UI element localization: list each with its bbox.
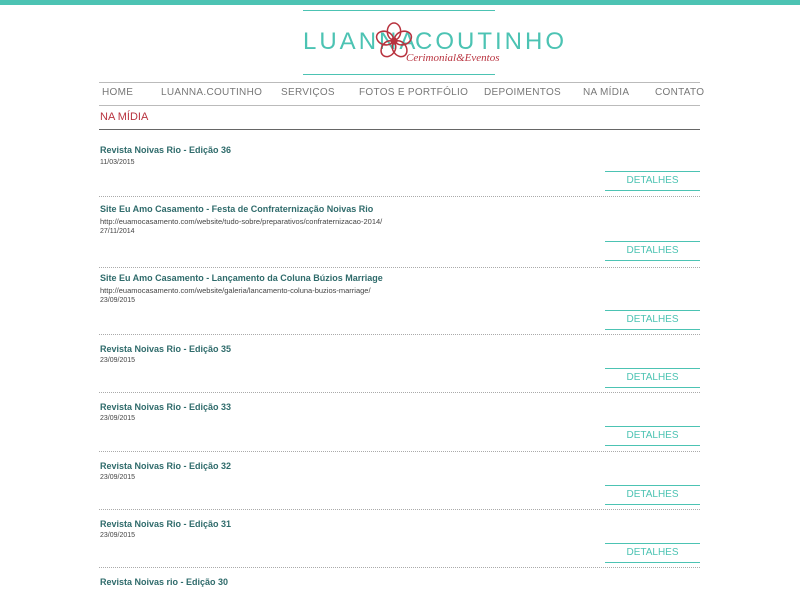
item-date: 11/03/2015 — [100, 159, 135, 166]
item-title[interactable]: Site Eu Amo Casamento - Lançamento da Co… — [100, 273, 383, 283]
nav-servicos[interactable]: SERVIÇOS — [281, 87, 335, 98]
nav-contato[interactable]: CONTATO — [655, 87, 704, 98]
nav-home[interactable]: HOME — [102, 87, 133, 98]
logo-tagline: Cerimonial&Eventos — [406, 52, 500, 64]
page-title: NA MÍDIA — [100, 111, 149, 123]
list-item: Revista Noivas Rio - Edição 36 11/03/201… — [99, 130, 700, 197]
nav-na-midia[interactable]: NA MÍDIA — [583, 87, 629, 98]
list-item: Revista Noivas Rio - Edição 33 23/09/201… — [99, 393, 700, 452]
details-button[interactable]: DETALHES — [605, 485, 700, 505]
item-date: 23/09/2015 — [100, 474, 136, 481]
item-title[interactable]: Site Eu Amo Casamento - Festa de Confrat… — [100, 204, 373, 214]
item-url[interactable]: http://euamocasamento.com/website/tudo-s… — [100, 217, 382, 226]
item-title[interactable]: Revista Noivas Rio - Edição 31 — [100, 519, 231, 529]
item-date: 27/11/2014 — [100, 228, 135, 235]
list-item: Revista Noivas Rio - Edição 35 23/09/201… — [99, 335, 700, 393]
item-date: 23/09/2015 — [100, 415, 136, 422]
item-date: 23/09/2015 — [100, 297, 136, 304]
item-url[interactable]: http://euamocasamento.com/website/galeri… — [100, 286, 371, 295]
item-title[interactable]: Revista Noivas Rio - Edição 33 — [100, 402, 231, 412]
list-item: Site Eu Amo Casamento - Festa de Confrat… — [99, 197, 700, 268]
site-logo[interactable]: LUANNA COUTINHO Cerimonial&Eventos — [303, 10, 564, 76]
details-button[interactable]: DETALHES — [605, 368, 700, 388]
item-title[interactable]: Revista Noivas Rio - Edição 36 — [100, 145, 231, 155]
item-title[interactable]: Revista Noivas Rio - Edição 35 — [100, 344, 231, 354]
item-title[interactable]: Revista Noivas Rio - Edição 32 — [100, 461, 231, 471]
main-nav: HOME LUANNA.COUTINHO SERVIÇOS FOTOS E PO… — [99, 82, 704, 106]
details-button[interactable]: DETALHES — [605, 543, 700, 563]
item-title[interactable]: Revista Noivas rio - Edição 30 — [100, 577, 228, 587]
details-button[interactable]: DETALHES — [605, 426, 700, 446]
nav-fotos-portfolio[interactable]: FOTOS E PORTFÓLIO — [359, 87, 468, 98]
details-button[interactable]: DETALHES — [605, 171, 700, 191]
nav-luanna-coutinho[interactable]: LUANNA.COUTINHO — [161, 87, 262, 98]
media-list: Revista Noivas Rio - Edição 36 11/03/201… — [99, 130, 700, 598]
list-item: Revista Noivas rio - Edição 30 — [99, 568, 700, 598]
nav-depoimentos[interactable]: DEPOIMENTOS — [484, 87, 561, 98]
logo-bottom-rule — [303, 74, 495, 75]
details-button[interactable]: DETALHES — [605, 310, 700, 330]
top-accent-bar — [0, 0, 800, 5]
list-item: Revista Noivas Rio - Edição 32 23/09/201… — [99, 452, 700, 510]
list-item: Site Eu Amo Casamento - Lançamento da Co… — [99, 268, 700, 335]
logo-top-rule — [303, 10, 495, 11]
item-date: 23/09/2015 — [100, 532, 136, 539]
details-button[interactable]: DETALHES — [605, 241, 700, 261]
list-item: Revista Noivas Rio - Edição 31 23/09/201… — [99, 510, 700, 568]
item-date: 23/09/2015 — [100, 357, 136, 364]
